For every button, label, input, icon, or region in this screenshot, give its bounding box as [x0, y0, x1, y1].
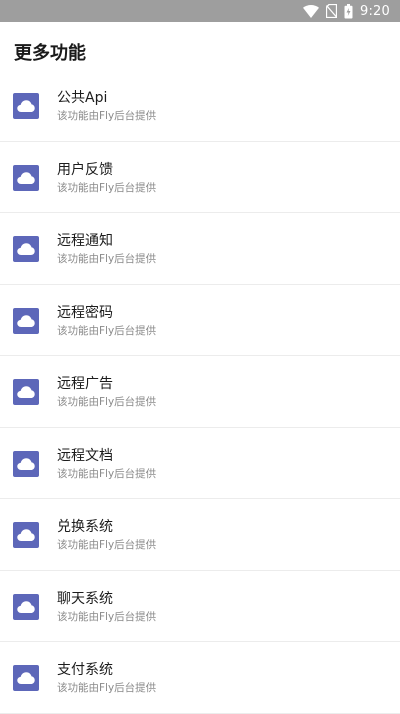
cloud-icon: [13, 593, 39, 620]
list-item-title: 公共Api: [57, 90, 108, 106]
list-item-title: 远程文档: [57, 447, 113, 464]
wifi-icon: [303, 4, 319, 18]
list-item-subtitle: 该功能由Fly后台提供: [57, 253, 157, 265]
list-item-title: 远程密码: [57, 304, 113, 321]
cloud-icon: [13, 379, 39, 405]
list-item-subtitle: 该功能由Fly后台提供: [57, 110, 157, 122]
list-item-subtitle: 该功能由Fly后台提供: [57, 539, 157, 551]
list-item-title: 支付系统: [57, 662, 113, 678]
list-item-remote-notification[interactable]: 远程通知 该功能由Fly后台提供: [0, 213, 400, 285]
list-item-remote-ads[interactable]: 远程广告 该功能由Fly后台提供: [0, 356, 400, 428]
battery-icon: [344, 3, 353, 19]
list-item-title: 兑换系统: [57, 519, 113, 535]
list-item-remote-docs[interactable]: 远程文档 该功能由Fly后台提供: [0, 428, 400, 499]
list-item-title: 用户反馈: [57, 161, 113, 178]
list-item-subtitle: 该功能由Fly后台提供: [57, 324, 157, 337]
list-item-title: 远程广告: [57, 376, 113, 392]
list-item-public-api[interactable]: 公共Api 该功能由Fly后台提供: [0, 70, 400, 142]
list-item-user-feedback[interactable]: 用户反馈 该功能由Fly后台提供: [0, 142, 400, 213]
list-item-subtitle: 该功能由Fly后台提供: [57, 682, 157, 694]
list-item-subtitle: 该功能由Fly后台提供: [57, 610, 157, 623]
list-item-remote-password[interactable]: 远程密码 该功能由Fly后台提供: [0, 285, 400, 356]
list-item-title: 远程通知: [57, 233, 113, 249]
no-sim-icon: [326, 4, 337, 18]
cloud-icon: [13, 93, 39, 119]
cloud-icon: [13, 450, 39, 477]
list-item-redeem-system[interactable]: 兑换系统 该功能由Fly后台提供: [0, 499, 400, 571]
cloud-icon: [13, 164, 39, 191]
list-item-payment-system[interactable]: 支付系统 该功能由Fly后台提供: [0, 642, 400, 714]
feature-list: 公共Api 该功能由Fly后台提供 用户反馈 该功能由Fly后台提供 远程通知 …: [0, 70, 400, 714]
status-icons: 9:20: [303, 3, 390, 19]
status-time: 9:20: [360, 3, 390, 19]
status-bar: 9:20: [0, 0, 400, 22]
list-item-chat-system[interactable]: 聊天系统 该功能由Fly后台提供: [0, 571, 400, 642]
page-title: 更多功能: [14, 43, 86, 64]
cloud-icon: [13, 522, 39, 548]
list-item-subtitle: 该功能由Fly后台提供: [57, 467, 157, 480]
list-item-title: 聊天系统: [57, 590, 113, 607]
list-item-subtitle: 该功能由Fly后台提供: [57, 181, 157, 194]
cloud-icon: [13, 665, 39, 691]
cloud-icon: [13, 236, 39, 262]
list-item-subtitle: 该功能由Fly后台提供: [57, 396, 157, 408]
cloud-icon: [13, 307, 39, 334]
